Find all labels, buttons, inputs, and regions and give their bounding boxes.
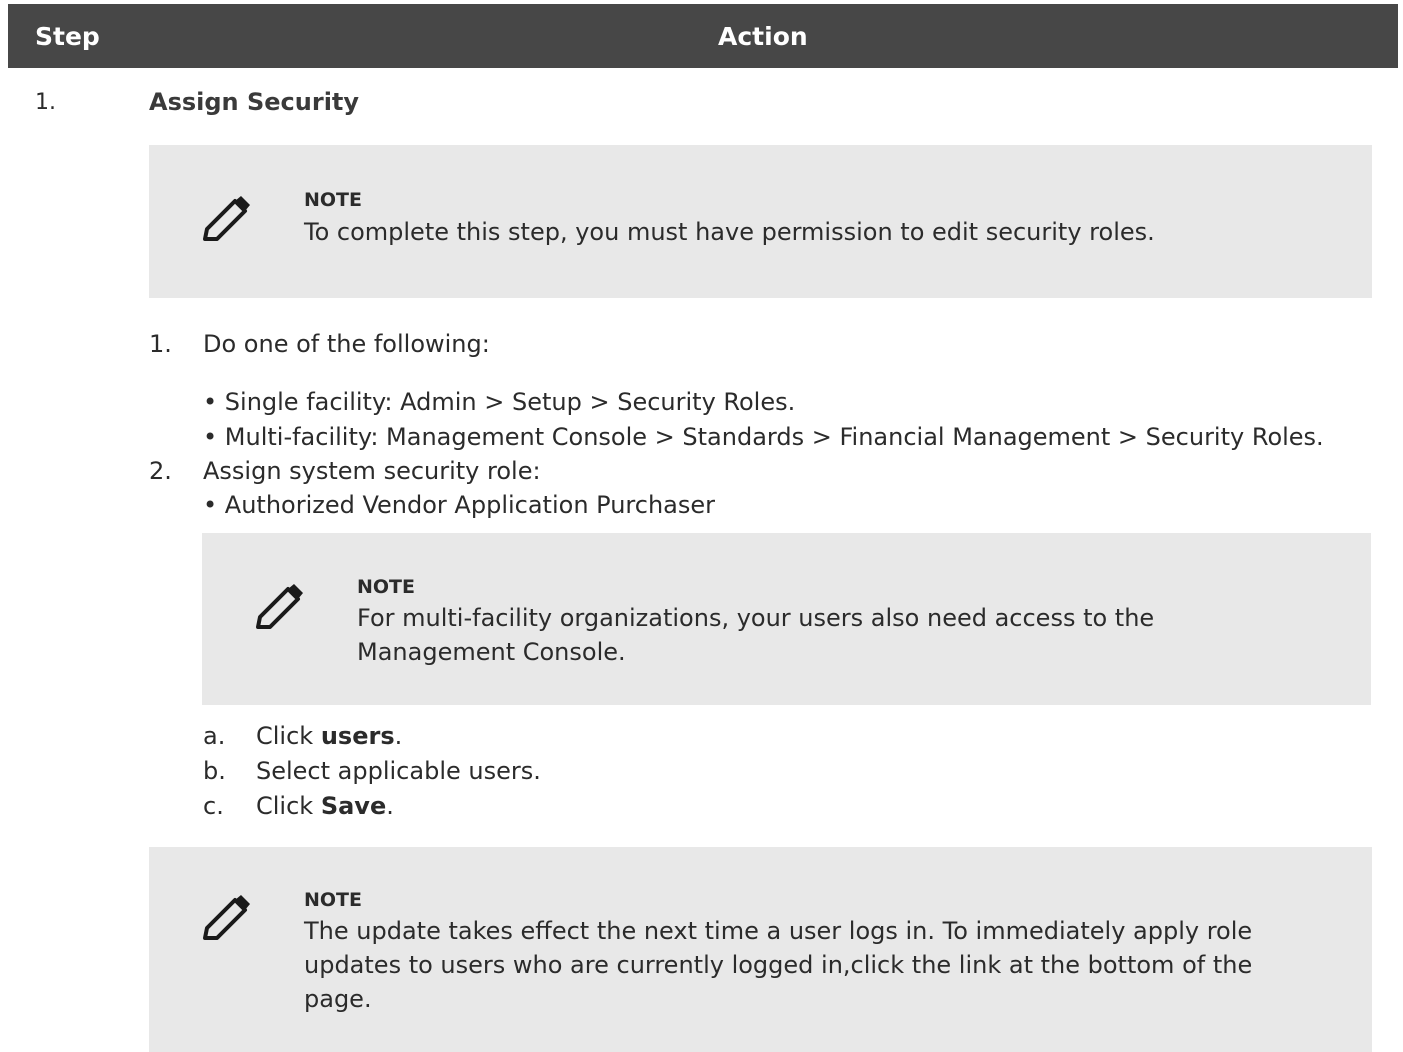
save-label: Save bbox=[320, 792, 387, 820]
list-item: Do one of the following: bbox=[203, 330, 490, 358]
pencil-icon bbox=[203, 196, 250, 241]
note-text: For multi-facility organizations, your u… bbox=[357, 604, 1155, 666]
note-text: To complete this step, you must have per… bbox=[304, 218, 1155, 246]
pencil-icon bbox=[256, 584, 303, 629]
table-header: Step Action bbox=[8, 4, 1398, 68]
users-link: users bbox=[320, 722, 395, 750]
note-label: NOTE bbox=[304, 889, 362, 911]
substep-text: Select applicable users. bbox=[256, 757, 541, 785]
note-box: NOTE The update takes effect the next ti… bbox=[149, 847, 1372, 1052]
step-title: Assign Security bbox=[149, 88, 360, 116]
note-box: NOTE To complete this step, you must hav… bbox=[149, 145, 1372, 298]
bullet-item: • Authorized Vendor Application Purchase… bbox=[203, 491, 716, 519]
list-number: 2. bbox=[149, 457, 172, 485]
note-label: NOTE bbox=[357, 576, 415, 598]
substep-letter: a. bbox=[203, 722, 226, 750]
list-number: 1. bbox=[149, 330, 172, 358]
substep-text: Click Save. bbox=[256, 792, 394, 820]
list-item: Assign system security role: bbox=[203, 457, 541, 485]
pencil-icon bbox=[203, 895, 250, 940]
header-action: Action bbox=[718, 22, 808, 51]
substep-letter: b. bbox=[203, 757, 226, 785]
bullet-item: • Single facility: Admin > Setup > Secur… bbox=[203, 388, 796, 416]
substep-letter: c. bbox=[203, 792, 224, 820]
header-step: Step bbox=[35, 22, 100, 51]
substep-text: Click users. bbox=[256, 722, 403, 750]
note-label: NOTE bbox=[304, 189, 362, 211]
note-box: NOTE For multi-facility organizations, y… bbox=[202, 533, 1371, 705]
bullet-item: • Multi-facility: Management Console > S… bbox=[203, 423, 1324, 451]
note-text: The update takes effect the next time a … bbox=[304, 917, 1253, 1013]
step-number: 1. bbox=[35, 90, 56, 115]
